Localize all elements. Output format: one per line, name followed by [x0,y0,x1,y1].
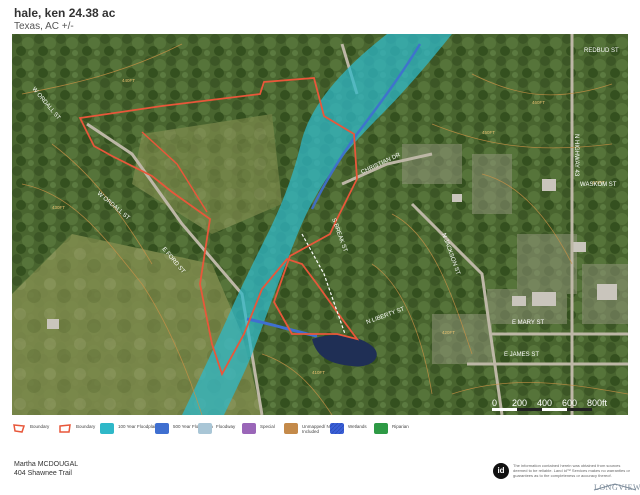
map-subtitle: Texas, AC +/- [14,21,74,32]
contour-label: 460FT [532,100,545,105]
map-canvas: 440FT 430FT 450FT 420FT 410FT 460FT 470F… [12,34,628,415]
contour-label: 450FT [482,130,495,135]
legend-label: 100 Year Floodplain [118,424,158,429]
contour-label: 420FT [442,330,455,335]
scale-label: 200 [512,398,528,408]
wetlands-swatch [330,423,344,434]
street-label-highway: N HIGHWAY 43 [573,134,579,177]
map-title: hale, ken 24.38 ac [14,6,116,20]
unmapped-swatch [284,423,298,434]
disclaimer-text: The information contained herein was obt… [513,463,630,478]
street-label-ejames: E JAMES ST [504,352,539,358]
scale-label: 600 [562,398,578,408]
special-swatch [242,423,256,434]
agent-name: Martha MCDOUGAL [14,461,79,468]
contour-label: 430FT [52,205,65,210]
street-label-redbud: REDBUD ST [584,48,619,54]
agent-address: 404 Shawnee Trail [14,470,72,477]
scale-label: 800ft [587,398,608,408]
map-legend: Boundary Boundary 100 Year Floodplain 50… [12,421,628,445]
floodway-swatch [198,423,212,434]
riparian-swatch [374,423,388,434]
contour-label: 440FT [122,78,135,83]
scale-label: 0 [492,398,498,408]
floodplain-500-swatch [155,423,169,434]
floodplain-100-swatch [100,423,114,434]
legend-label: Riparian [392,424,409,429]
boundary-alt-icon [59,424,71,433]
longview-watermark: LONGVIEW [590,478,640,495]
contour-label: 410FT [312,370,325,375]
boundary-icon [13,424,26,433]
scale-label: 400 [537,398,553,408]
scale-labels: 0 200 400 600 800ft [492,398,622,408]
land-id-logo-icon: id [493,463,509,479]
street-label-waskom: WASKOM ST [580,182,617,188]
scale-bar: 0 200 400 600 800ft [492,396,622,412]
watermark-text: LONGVIEW [594,483,640,492]
street-label-emary: E MARY ST [512,320,544,326]
satellite-map[interactable]: 440FT 430FT 450FT 420FT 410FT 460FT 470F… [12,34,628,415]
